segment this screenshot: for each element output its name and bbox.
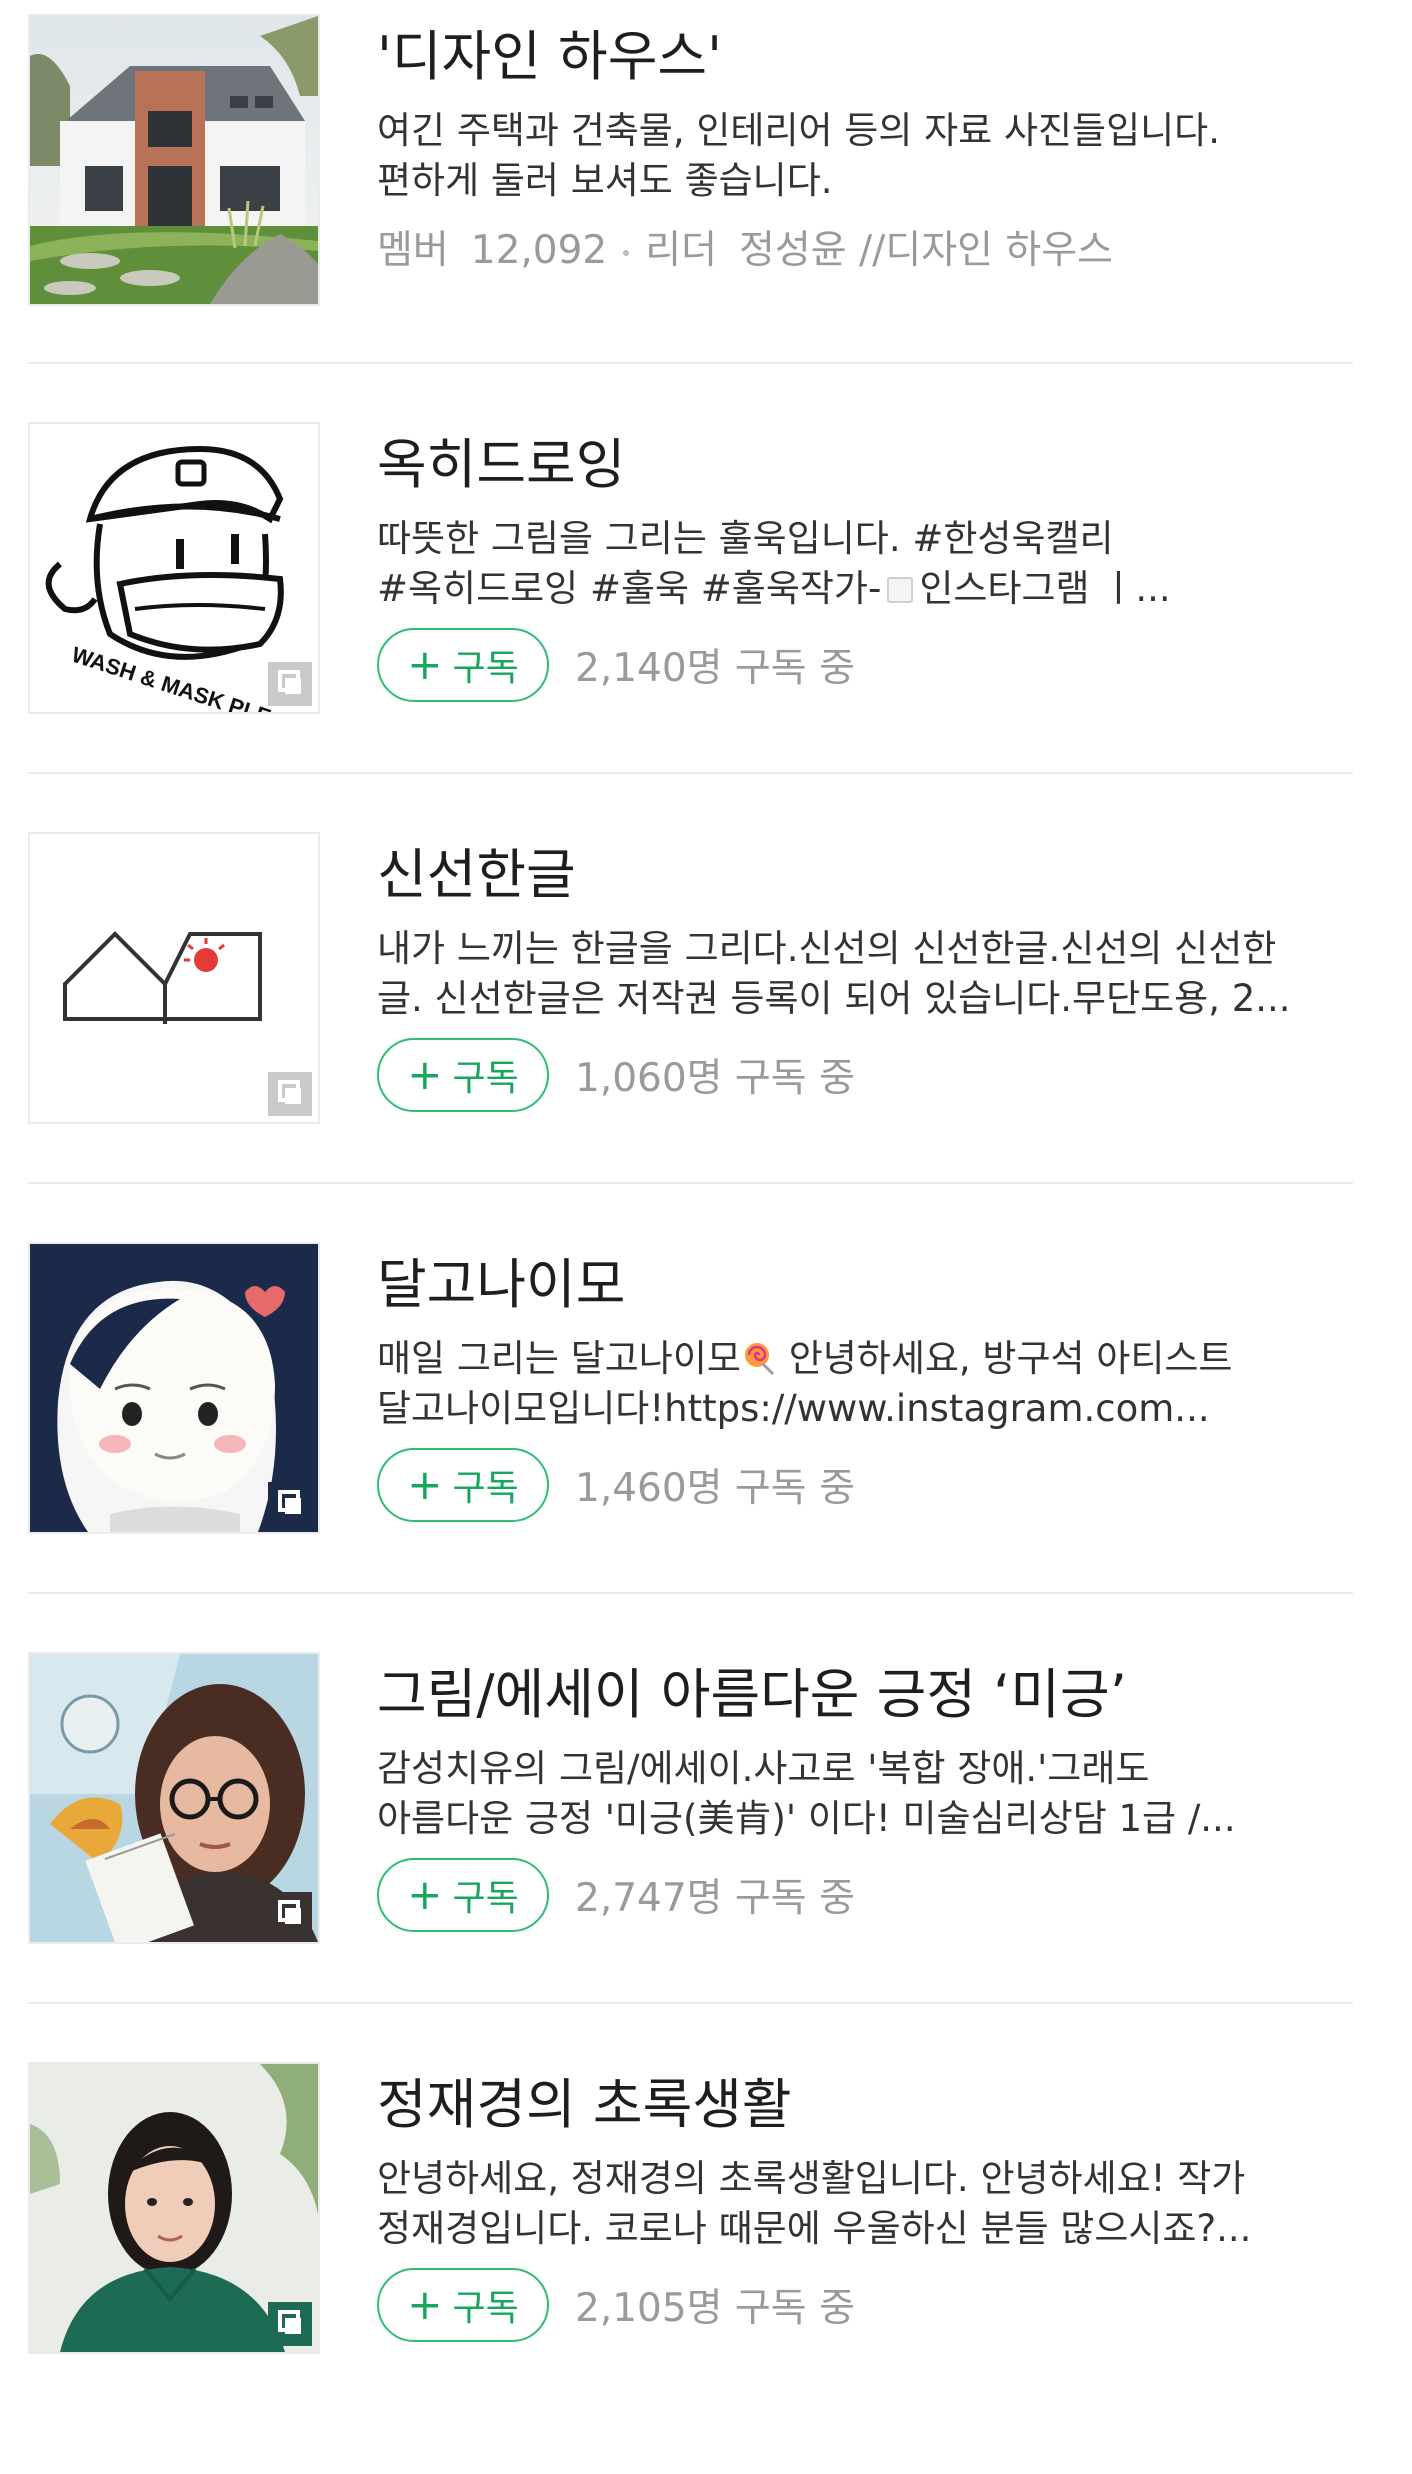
subscribe-row: + 구독 2,140명 구독 중 [377,625,855,705]
item-title[interactable]: 정재경의 초록생활 [377,2070,792,2140]
description-text: 인스타그램 ㅣ... [919,567,1171,610]
list-item[interactable]: 정재경의 초록생활 안녕하세요, 정재경의 초록생활입니다. 안녕하세요! 작가… [28,2062,1353,2474]
item-title[interactable]: 그림/에세이 아름다운 긍정 ‘미긍’ [377,1660,1127,1730]
multi-image-icon [268,1482,312,1526]
divider [28,1182,1353,1184]
description-line: 글. 신선한글은 저작권 등록이 되어 있습니다.무단도용, 2... [377,977,1291,1020]
description-line: 편하게 둘러 보셔도 좋습니다. [377,159,833,202]
plus-icon: + [407,2280,443,2329]
plus-icon: + [407,640,443,689]
leader-label: 리더 [645,228,717,273]
subscribe-button[interactable]: + 구독 [377,1858,549,1932]
description-line: #옥히드로잉 #훌욱 #훌욱작가- 인스타그램 ㅣ... [377,564,1352,614]
subscribe-label: 구독 [452,2288,519,2329]
item-description: 매일 그리는 달고나이모 안녕하세요, 방구석 아티스트 달고나이모입니다!ht… [377,1334,1352,1434]
plus-icon: + [407,1050,443,1099]
description-line: 따뜻한 그림을 그리는 훌욱입니다. #한성욱캘리 [377,517,1114,560]
description-line: 아름다운 긍정 '미긍(美肯)' 이다! 미술심리상담 1급 /... [377,1797,1236,1840]
thumbnail-girl[interactable] [28,1242,320,1534]
thumbnail-woman-glasses[interactable] [28,1652,320,1944]
plus-icon: + [407,1870,443,1919]
separator-dot [623,249,630,256]
subscribe-button[interactable]: + 구독 [377,1448,549,1522]
item-meta: 멤버 12,092 리더 정성윤 //디자인 하우스 [377,226,1113,276]
multi-image-icon [268,1072,312,1116]
subscribe-button[interactable]: + 구독 [377,2268,549,2342]
subscribe-row: + 구독 2,105명 구독 중 [377,2265,855,2345]
subscribe-row: + 구독 2,747명 구독 중 [377,1855,855,1935]
description-line: 달고나이모입니다!https://www.instagram.com... [377,1387,1210,1430]
divider [28,772,1353,774]
subscriber-count: 2,747명 구독 중 [575,1876,855,1921]
thumbnail-mask-drawing[interactable]: WASH & MASK PLEASE [28,422,320,714]
divider [28,1592,1353,1594]
subscribe-button[interactable]: + 구독 [377,1038,549,1112]
subscribe-row: + 구독 1,060명 구독 중 [377,1035,855,1115]
item-description: 안녕하세요, 정재경의 초록생활입니다. 안녕하세요! 작가 정재경입니다. 코… [377,2154,1352,2254]
box-icon [887,577,914,603]
description-line: 여긴 주택과 건축물, 인테리어 등의 자료 사진들입니다. [377,109,1220,152]
lollipop-icon [744,1343,774,1376]
item-description: 따뜻한 그림을 그리는 훌욱입니다. #한성욱캘리 #옥히드로잉 #훌욱 #훌욱… [377,514,1352,614]
member-label: 멤버 [377,228,449,273]
subscribe-label: 구독 [452,648,519,689]
item-description: 내가 느끼는 한글을 그리다.신선의 신선한글.신선의 신선한 글. 신선한글은… [377,924,1352,1024]
description-line: 감성치유의 그림/에세이.사고로 '복합 장애.'그래도 [377,1747,1150,1790]
thumbnail-hangul[interactable] [28,832,320,1124]
thumbnail-woman-green[interactable] [28,2062,320,2354]
multi-image-icon [268,662,312,706]
subscriber-count: 1,060명 구독 중 [575,1056,855,1101]
subscribe-label: 구독 [452,1468,519,1509]
description-line: 내가 느끼는 한글을 그리다.신선의 신선한글.신선의 신선한 [377,927,1277,970]
description-text: 매일 그리는 달고나이모 [377,1337,741,1380]
description-text: 안녕하세요, 방구석 아티스트 [776,1337,1233,1380]
item-title[interactable]: 옥히드로잉 [377,430,625,500]
divider [28,362,1353,364]
description-line: 매일 그리는 달고나이모 안녕하세요, 방구석 아티스트 [377,1334,1352,1384]
divider [28,2002,1353,2004]
subscribe-row: + 구독 1,460명 구독 중 [377,1445,855,1525]
list-item[interactable]: '디자인 하우스' 여긴 주택과 건축물, 인테리어 등의 자료 사진들입니다.… [28,14,1353,426]
item-title[interactable]: 신선한글 [377,840,576,910]
subscriber-count: 2,105명 구독 중 [575,2286,855,2331]
description-line: 안녕하세요, 정재경의 초록생활입니다. 안녕하세요! 작가 [377,2157,1246,2200]
item-description: 여긴 주택과 건축물, 인테리어 등의 자료 사진들입니다. 편하게 둘러 보셔… [377,106,1352,206]
item-title[interactable]: 달고나이모 [377,1250,625,1320]
subscriber-count: 2,140명 구독 중 [575,646,855,691]
item-description: 감성치유의 그림/에세이.사고로 '복합 장애.'그래도 아름다운 긍정 '미긍… [377,1744,1352,1844]
description-line: 정재경입니다. 코로나 때문에 우울하신 분들 많으시죠?... [377,2207,1252,2250]
plus-icon: + [407,1460,443,1509]
description-text: #옥히드로잉 #훌욱 #훌욱작가- [377,567,882,610]
member-count: 12,092 [470,228,608,273]
subscribe-label: 구독 [452,1878,519,1919]
item-title[interactable]: '디자인 하우스' [377,22,722,92]
subscribe-button[interactable]: + 구독 [377,628,549,702]
house-photo-icon [30,16,318,304]
multi-image-icon [268,2302,312,2346]
multi-image-icon [268,1892,312,1936]
subscriber-count: 1,460명 구독 중 [575,1466,855,1511]
thumbnail-house[interactable] [28,14,320,306]
leader-name: 정성윤 //디자인 하우스 [739,228,1113,273]
subscribe-label: 구독 [452,1058,519,1099]
